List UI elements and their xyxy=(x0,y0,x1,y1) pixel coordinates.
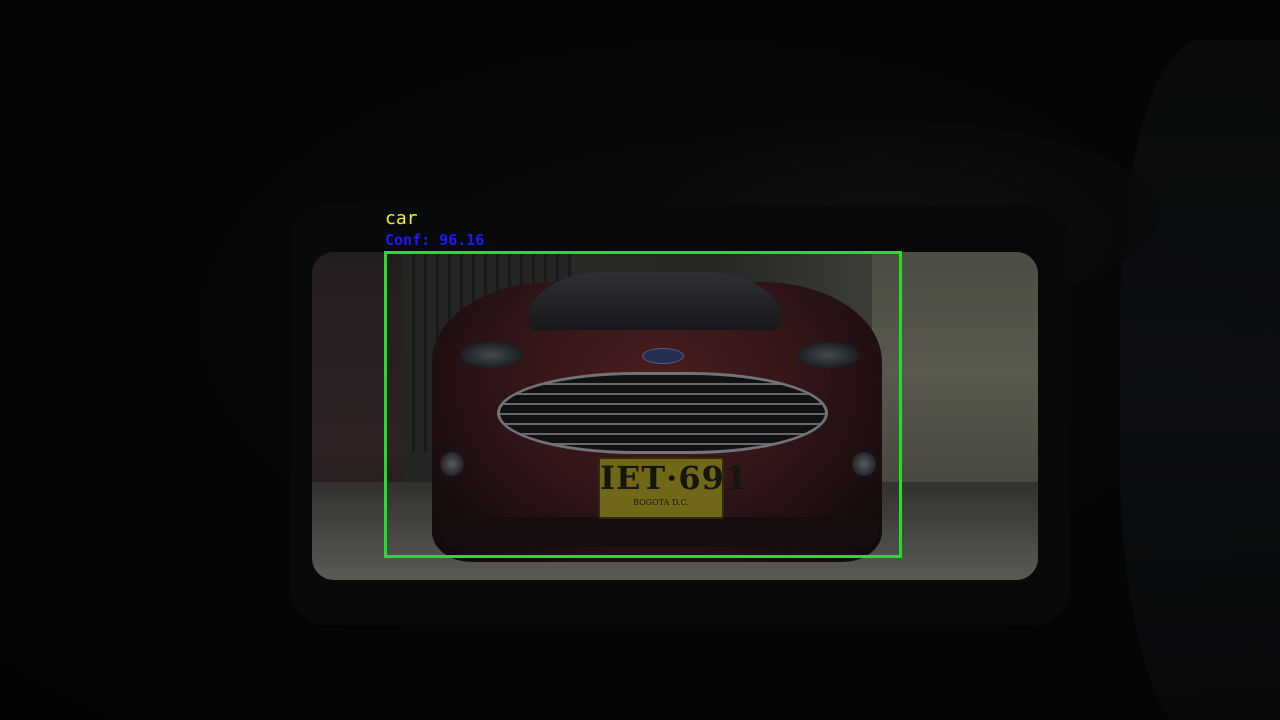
detection-confidence-label: Conf: 96.16 xyxy=(385,231,485,249)
detection-class-label: car xyxy=(385,208,418,229)
camera-frame: IET·691 BOGOTA D.C. car Conf: 96.16 xyxy=(0,0,1280,720)
detection-bounding-box xyxy=(384,251,902,558)
background-arm xyxy=(1120,40,1280,720)
